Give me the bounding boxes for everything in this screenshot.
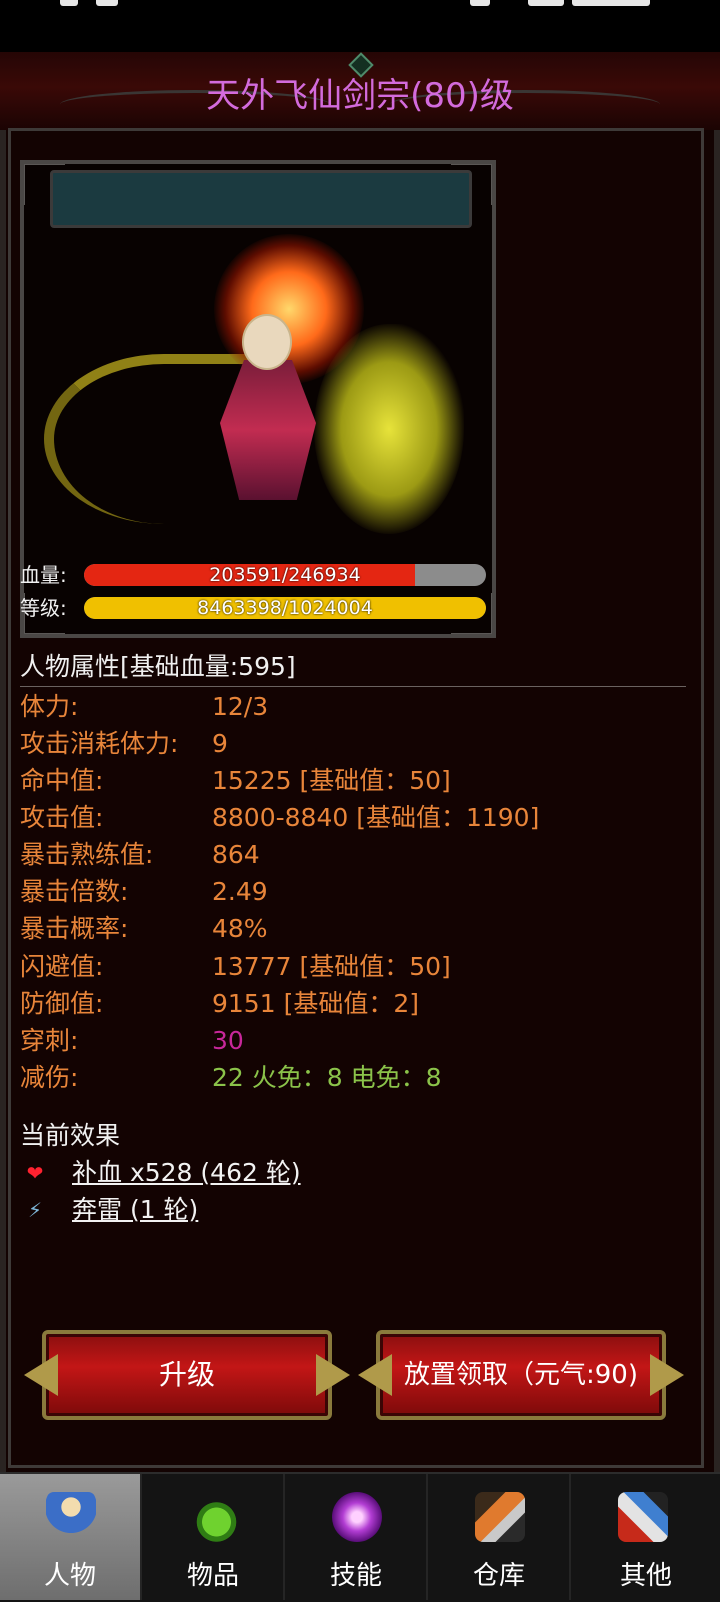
- attr-label: 体力:: [20, 692, 79, 721]
- attributes-heading: 人物属性[基础血量:595]: [20, 648, 686, 687]
- attr-row-crit-multiplier: 暴击倍数: 2.49: [20, 873, 680, 910]
- attr-value: 12/3: [212, 692, 269, 721]
- hero-head: [242, 314, 292, 370]
- attr-row-defense: 防御值: 9151 [基础值：2]: [20, 985, 680, 1022]
- nav-label: 人物: [43, 1561, 96, 1591]
- attr-row-crit-rate: 暴击概率: 48%: [20, 910, 680, 947]
- attr-value: 48%: [212, 914, 268, 943]
- sword-icon: [618, 1492, 668, 1542]
- upgrade-button-label: 升级: [158, 1358, 215, 1391]
- battery-icon: [528, 0, 564, 6]
- attr-row-attack: 攻击值: 8800-8840 [基础值：1190]: [20, 799, 680, 836]
- nav-label: 物品: [186, 1561, 239, 1591]
- character-icon: [46, 1492, 96, 1542]
- attr-row-accuracy: 命中值: 15225 [基础值：50]: [20, 762, 680, 799]
- attr-label: 暴击概率:: [20, 914, 129, 943]
- nav-tab-character[interactable]: 人物: [0, 1474, 142, 1600]
- signal-icon: [96, 0, 118, 6]
- hp-label: 血量:: [20, 563, 67, 587]
- attr-row-stamina: 体力: 12/3: [20, 688, 680, 725]
- idle-claim-button-label: 放置领取（元气:90): [404, 1360, 638, 1390]
- attr-value: 15225 [基础值：50]: [212, 766, 451, 795]
- attr-label: 穿刺:: [20, 1026, 79, 1055]
- bottom-nav: 人物 物品 技能 仓库 其他: [0, 1472, 720, 1602]
- skill-orb-icon: [332, 1492, 382, 1542]
- lightning-icon: ⚡: [27, 1198, 43, 1222]
- attr-label: 暴击熟练值:: [20, 840, 154, 869]
- storage-icon: [475, 1492, 525, 1542]
- nav-label: 仓库: [472, 1561, 525, 1591]
- heart-icon: ❤: [26, 1161, 44, 1185]
- frame-corner: [24, 164, 65, 205]
- attr-value: 864: [212, 840, 260, 869]
- effect-link[interactable]: 奔雷 (1 轮): [72, 1191, 198, 1229]
- attr-label: 命中值:: [20, 766, 104, 795]
- attr-value: 9151 [基础值：2]: [212, 989, 419, 1018]
- attr-label: 防御值:: [20, 989, 104, 1018]
- attr-row-crit-skill: 暴击熟练值: 864: [20, 836, 680, 873]
- attr-value: 2.49: [212, 877, 268, 906]
- attr-value: 8800-8840 [基础值：1190]: [212, 803, 540, 832]
- hp-value: 203591/246934: [209, 564, 361, 586]
- attr-label: 攻击消耗体力:: [20, 729, 179, 758]
- attr-row-pierce: 穿刺: 30: [20, 1022, 680, 1059]
- portrait-yellow-wing: [314, 324, 464, 534]
- level-bar: 8463398/1024004: [84, 597, 486, 619]
- nav-label: 其他: [619, 1561, 672, 1591]
- effects-heading: 当前效果: [20, 1121, 121, 1150]
- attr-label: 减伤:: [20, 1063, 79, 1092]
- attr-row-damage-reduction: 减伤: 22 火免：8 电免：8: [20, 1059, 680, 1096]
- attr-label: 攻击值:: [20, 803, 104, 832]
- attr-value: 22 火免：8 电免：8: [212, 1063, 442, 1092]
- level-value: 8463398/1024004: [197, 597, 373, 619]
- attr-row-attack-cost: 攻击消耗体力: 9: [20, 725, 680, 762]
- attr-row-dodge: 闪避值: 13777 [基础值：50]: [20, 948, 680, 985]
- status-icon: [60, 0, 78, 6]
- clock: [572, 0, 650, 6]
- upgrade-button[interactable]: 升级: [24, 1330, 332, 1420]
- nav-tab-other[interactable]: 其他: [572, 1474, 720, 1600]
- attr-label: 暴击倍数:: [20, 877, 129, 906]
- attr-value: 30: [212, 1026, 244, 1055]
- attr-value: 13777 [基础值：50]: [212, 952, 451, 981]
- effect-link[interactable]: 补血 x528 (462 轮): [72, 1154, 301, 1192]
- idle-claim-button[interactable]: 放置领取（元气:90): [358, 1330, 666, 1420]
- nav-tab-skills[interactable]: 技能: [286, 1474, 428, 1600]
- potion-icon: [189, 1492, 239, 1542]
- attr-label: 闪避值:: [20, 952, 104, 981]
- status-bar: [0, 0, 720, 52]
- nav-label: 技能: [329, 1561, 382, 1591]
- character-title: 天外飞仙剑宗(80)级: [206, 76, 514, 116]
- nav-tab-items[interactable]: 物品: [143, 1474, 285, 1600]
- frame-corner: [451, 164, 492, 205]
- level-label: 等级:: [20, 596, 67, 620]
- attr-value: 9: [212, 729, 228, 758]
- portrait-name-plate: [50, 170, 472, 228]
- alarm-icon: [470, 0, 490, 6]
- nav-tab-storage[interactable]: 仓库: [429, 1474, 571, 1600]
- hp-bar: 203591/246934: [84, 564, 486, 586]
